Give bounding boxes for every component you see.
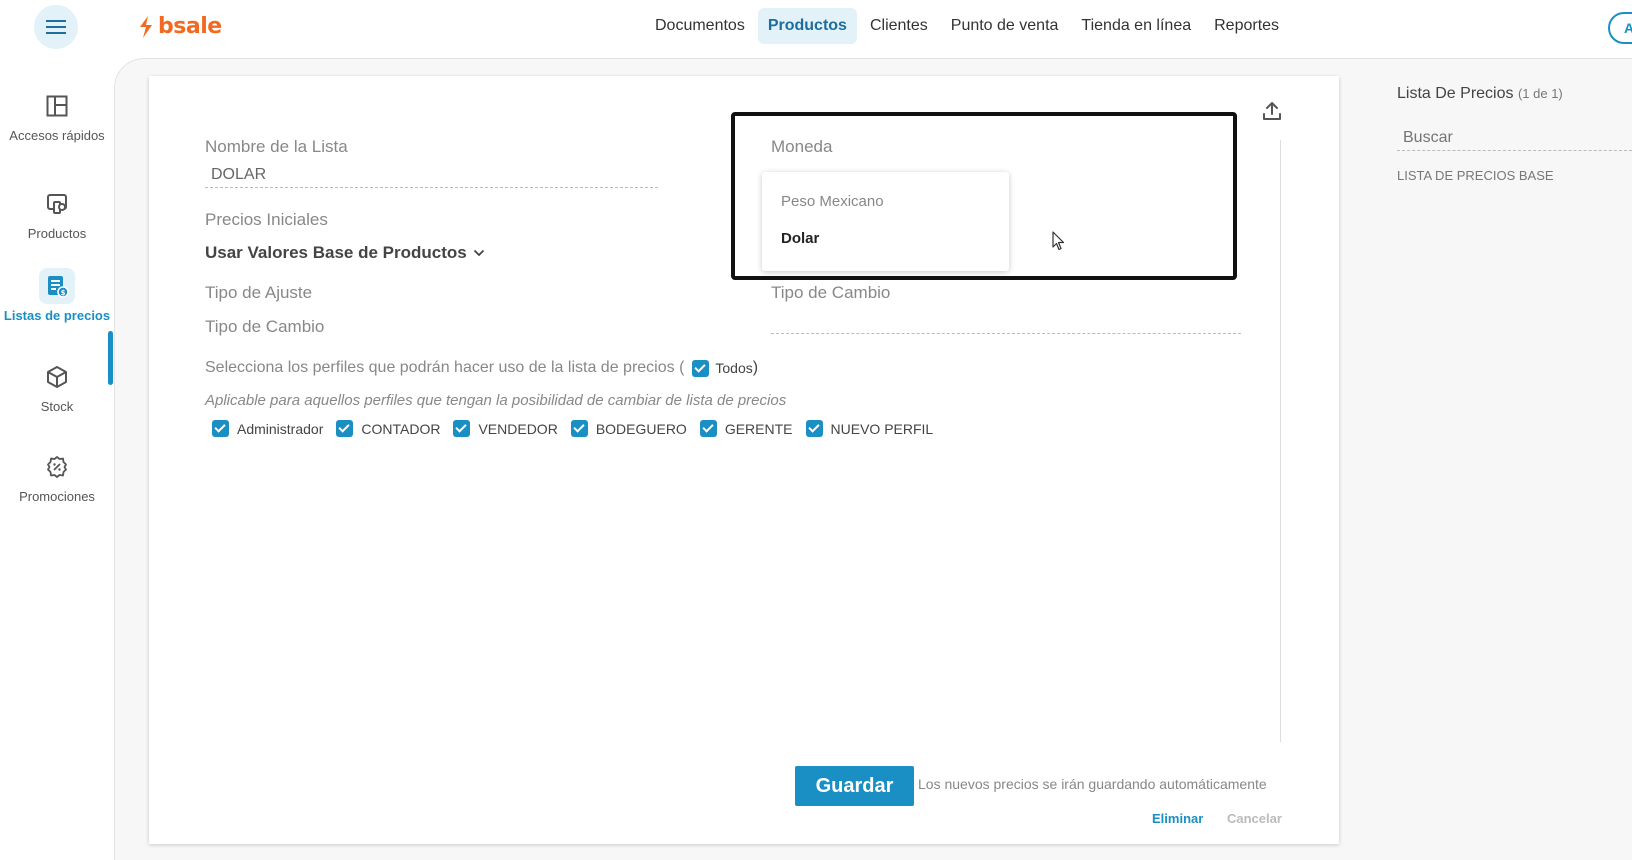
- nav-clientes[interactable]: Clientes: [860, 8, 938, 44]
- sidebar-item-label: Productos: [27, 226, 87, 241]
- checkbox[interactable]: [805, 420, 823, 437]
- precios-iniciales-select[interactable]: Usar Valores Base de Productos: [205, 243, 485, 263]
- sidebar-item-label: Accesos rápidos: [9, 128, 105, 143]
- nav-documentos[interactable]: Documentos: [645, 8, 755, 44]
- nombre-lista-label: Nombre de la Lista: [205, 137, 348, 156]
- right-panel-title: Lista De Precios (1 de 1): [1397, 85, 1563, 103]
- box-icon: [47, 366, 67, 388]
- divider: [1280, 140, 1281, 742]
- top-bar: bsale Documentos Productos Clientes Punt…: [0, 0, 1632, 56]
- highlight-box: [731, 112, 1237, 280]
- sidebar-item-promociones[interactable]: Promociones: [0, 449, 114, 505]
- sidebar-item-listas-de-precios[interactable]: $ Listas de precios: [0, 268, 114, 324]
- profile-gerente[interactable]: GERENTE: [699, 420, 793, 437]
- search-input[interactable]: [1397, 126, 1632, 151]
- checkbox[interactable]: [212, 420, 229, 437]
- bsale-logo-icon: [140, 15, 152, 38]
- delete-link[interactable]: Eliminar: [1152, 811, 1203, 826]
- profile-label: GERENTE: [724, 420, 793, 437]
- profile-bodeguero[interactable]: BODEGUERO: [570, 420, 687, 437]
- tipo-cambio-input[interactable]: [771, 333, 1241, 334]
- checkbox[interactable]: [336, 420, 354, 437]
- perfiles-note: Aplicable para aquellos perfiles que ten…: [205, 392, 787, 409]
- nombre-lista-input[interactable]: DOLAR: [211, 166, 266, 184]
- sidebar-item-label: Promociones: [19, 489, 95, 504]
- nav-reportes[interactable]: Reportes: [1204, 8, 1289, 44]
- perfiles-label: Selecciona los perfiles que podrán hacer…: [205, 359, 685, 376]
- price-list-icon: $: [48, 276, 69, 298]
- sidebar-item-stock[interactable]: Stock: [0, 359, 114, 415]
- mouse-cursor-icon: [1052, 231, 1065, 251]
- right-panel-count: (1 de 1): [1517, 86, 1563, 101]
- grid-icon: [46, 95, 68, 117]
- upload-icon[interactable]: [1261, 100, 1283, 122]
- products-icon: [47, 194, 67, 214]
- perfiles-close-paren: ): [752, 359, 759, 376]
- brand-logo[interactable]: bsale: [138, 14, 222, 39]
- sidebar-item-label: Listas de precios: [3, 308, 111, 323]
- profile-label: Administrador: [237, 420, 324, 437]
- todos-checkbox[interactable]: [692, 359, 710, 377]
- active-indicator: [108, 331, 113, 385]
- checkbox[interactable]: [453, 420, 471, 437]
- profiles-checkbox-list: Administrador CONTADOR VENDEDOR BODEGUER…: [212, 420, 946, 437]
- profile-vendedor[interactable]: VENDEDOR: [453, 420, 558, 437]
- nav-punto-de-venta[interactable]: Punto de venta: [941, 8, 1069, 44]
- cancel-link[interactable]: Cancelar: [1227, 811, 1282, 826]
- checkbox[interactable]: [699, 420, 717, 437]
- profile-nuevo-perfil[interactable]: NUEVO PERFIL: [805, 420, 934, 437]
- price-list-item[interactable]: LISTA DE PRECIOS BASE: [1397, 168, 1554, 183]
- svg-text:$: $: [61, 289, 66, 297]
- brand-name: bsale: [158, 14, 222, 39]
- tipo-cambio-right-label: Tipo de Cambio: [771, 283, 891, 302]
- sidebar: Accesos rápidos Productos $ Listas de pr…: [0, 56, 114, 860]
- profile-label: NUEVO PERFIL: [830, 420, 934, 437]
- profile-contador[interactable]: CONTADOR: [336, 420, 440, 437]
- profile-administrador[interactable]: Administrador: [212, 420, 323, 437]
- todos-label: Todos: [715, 360, 753, 376]
- tipo-cambio-left-label: Tipo de Cambio: [205, 317, 325, 336]
- sidebar-item-productos[interactable]: Productos: [0, 186, 114, 242]
- discount-badge-icon: [47, 456, 67, 478]
- help-button[interactable]: Ay: [1608, 12, 1632, 44]
- precios-iniciales-label: Precios Iniciales: [205, 210, 328, 229]
- profile-label: CONTADOR: [361, 420, 441, 437]
- perfiles-selector-text: Selecciona los perfiles que podrán hacer…: [205, 359, 758, 377]
- sidebar-item-accesos-rapidos[interactable]: Accesos rápidos: [0, 88, 114, 144]
- main-nav: Documentos Productos Clientes Punto de v…: [645, 8, 1292, 44]
- hamburger-menu-button[interactable]: [34, 5, 78, 49]
- profile-label: BODEGUERO: [595, 420, 687, 437]
- chevron-down-icon: [473, 249, 484, 257]
- profile-label: VENDEDOR: [478, 420, 558, 437]
- precios-iniciales-value: Usar Valores Base de Productos: [205, 243, 467, 262]
- sidebar-item-label: Stock: [40, 399, 74, 414]
- save-button[interactable]: Guardar: [795, 766, 914, 806]
- hamburger-icon: [46, 20, 66, 34]
- right-panel-title-text: Lista De Precios: [1397, 85, 1514, 102]
- nav-productos[interactable]: Productos: [757, 8, 857, 44]
- autosave-note: Los nuevos precios se irán guardando aut…: [918, 776, 1267, 792]
- checkbox[interactable]: [570, 420, 588, 437]
- nav-tienda-en-linea[interactable]: Tienda en línea: [1071, 8, 1201, 44]
- nombre-lista-underline: [205, 187, 658, 188]
- tipo-ajuste-label: Tipo de Ajuste: [205, 283, 313, 302]
